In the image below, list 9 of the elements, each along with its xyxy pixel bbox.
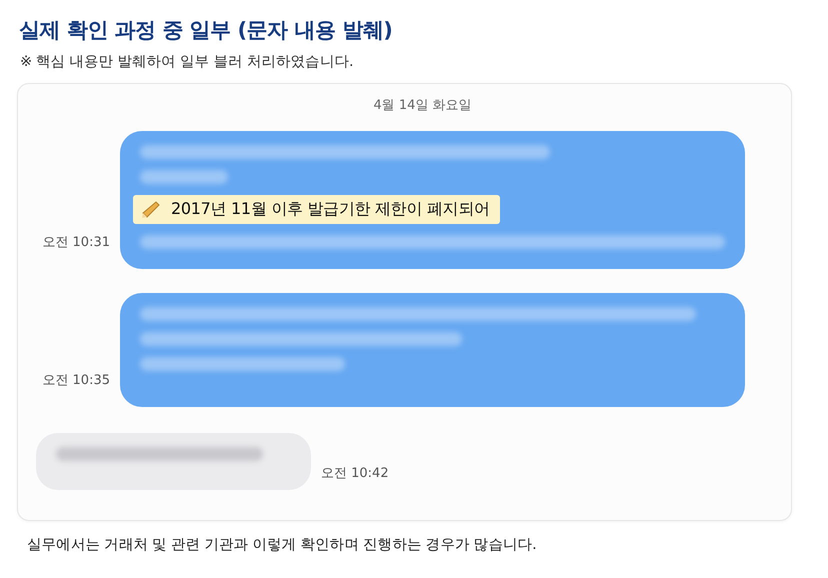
footer-text: 실무에서는 거래처 및 관련 기관과 이렇게 확인하며 진행하는 경우가 많습니다. bbox=[27, 536, 538, 554]
note-text: ※ 핵심 내용만 발췌하여 일부 블러 처리하였습니다. bbox=[20, 53, 354, 71]
pencil-icon bbox=[141, 200, 161, 218]
date-label: 4월 14일 화요일 bbox=[373, 97, 472, 114]
message-time: 오전 10:31 bbox=[42, 234, 110, 251]
message-time: 오전 10:35 bbox=[42, 372, 110, 389]
message-time: 오전 10:42 bbox=[321, 465, 389, 482]
page-title: 실제 확인 과정 중 일부 (문자 내용 발췌) bbox=[19, 17, 394, 44]
highlighted-text: 2017년 11월 이후 발급기한 제한이 폐지되어 bbox=[133, 195, 500, 224]
